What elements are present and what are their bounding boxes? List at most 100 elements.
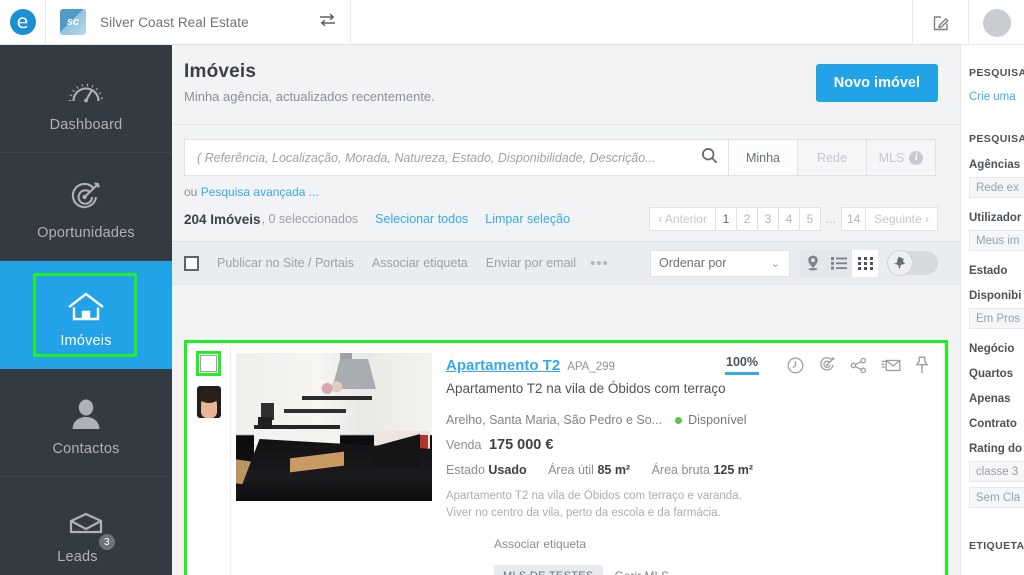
pagination-page-2[interactable]: 2: [735, 207, 758, 231]
property-card[interactable]: Apartamento T2 APA_299 Apartamento T2 na…: [184, 340, 948, 575]
property-action-icons: 100%: [725, 355, 929, 375]
agency-switcher[interactable]: sc Silver Coast Real Estate: [46, 0, 351, 45]
property-associate-tag-link[interactable]: Associar etiqueta: [494, 537, 945, 551]
target-icon[interactable]: [818, 356, 836, 374]
gauge-icon: [64, 64, 108, 108]
clock-icon[interactable]: [787, 357, 804, 374]
filter-label-agencias: Agências: [969, 159, 1021, 171]
sidebar-item-oportunidades[interactable]: Oportunidades: [0, 153, 172, 261]
deal-type-label: Venda: [446, 438, 482, 452]
info-icon[interactable]: i: [909, 150, 924, 165]
tab-minha[interactable]: Minha: [729, 139, 798, 176]
select-all-checkbox[interactable]: [184, 255, 199, 271]
filter-value-agencias[interactable]: Rede ex: [969, 177, 1024, 198]
tab-rede[interactable]: Rede: [798, 139, 867, 176]
sidebar-item-label: Contactos: [52, 441, 120, 457]
create-saved-search-link[interactable]: Crie uma: [969, 91, 1024, 103]
property-select-checkbox[interactable]: [196, 351, 221, 376]
send-email-icon[interactable]: [881, 358, 901, 373]
top-bar: e sc Silver Coast Real Estate: [0, 0, 1024, 45]
filters-panel: PESQUISA Crie uma PESQUISA Agências Rede…: [960, 45, 1024, 575]
pagination-page-4[interactable]: 4: [777, 207, 800, 231]
filter-label-contrato: Contrato: [969, 418, 1017, 430]
search-input[interactable]: [197, 150, 701, 165]
property-price-row: Venda 175 000 €: [446, 437, 945, 453]
user-avatar[interactable]: [968, 0, 1024, 45]
filter-value-utilizador[interactable]: Meus im: [969, 230, 1024, 251]
pagination-page-5[interactable]: 5: [798, 207, 821, 231]
property-description-line-1: Apartamento T2 na vila de Óbidos com ter…: [446, 490, 742, 502]
sidebar-item-leads[interactable]: Leads 3: [0, 477, 172, 575]
pagination-next[interactable]: Seguinte ›: [865, 207, 938, 231]
associate-tag-action[interactable]: Associar etiqueta: [372, 256, 468, 270]
filter-value-rating-2[interactable]: Sem Cla: [969, 487, 1024, 508]
sidebar-item-dashboard[interactable]: Dashboard: [0, 45, 172, 153]
compose-note-icon[interactable]: [912, 0, 968, 45]
avatar: [982, 8, 1011, 37]
completion-indicator: 100%: [725, 355, 759, 375]
grid-view-icon[interactable]: [852, 249, 878, 277]
sort-select-value: Ordenar por: [659, 256, 727, 270]
completion-percent: 100%: [726, 355, 758, 369]
more-actions-button[interactable]: •••: [590, 255, 609, 272]
sidebar-item-label: Leads: [57, 549, 98, 565]
swap-arrows-icon[interactable]: [319, 13, 336, 31]
list-view-icon[interactable]: [826, 249, 852, 277]
property-title[interactable]: Apartamento T2: [446, 357, 560, 374]
sort-select[interactable]: Ordenar por ⌄: [650, 249, 790, 277]
total-count: 204 Imóveis: [184, 211, 261, 227]
property-description: Apartamento T2 na vila de Óbidos com ter…: [446, 488, 945, 521]
top-bar-right: [912, 0, 1024, 45]
state-value: Usado: [488, 463, 527, 477]
tab-mls[interactable]: MLS i: [867, 139, 936, 176]
photo-detail: [302, 396, 372, 400]
saved-search-heading: PESQUISA: [969, 67, 1024, 79]
filter-value-disponibilidade[interactable]: Em Pros: [969, 308, 1024, 329]
pagination-page-1[interactable]: 1: [714, 207, 737, 231]
pagination-previous[interactable]: ‹ Anterior: [649, 207, 716, 231]
property-mls-row: MLS DE TESTES Gerir MLS: [494, 565, 945, 575]
search-box[interactable]: [184, 139, 729, 176]
app-root: e sc Silver Coast Real Estate Dashboard …: [0, 0, 1024, 575]
photo-detail: [258, 417, 272, 429]
search-icon[interactable]: [701, 147, 718, 169]
publish-action[interactable]: Publicar no Site / Portais: [217, 256, 354, 270]
useful-area-label: Área útil: [548, 463, 594, 477]
property-description-line-2: Viver no centro da vila, perto da escola…: [446, 506, 721, 519]
mls-chip[interactable]: MLS DE TESTES: [494, 565, 603, 575]
search-wrap: Minha Rede MLS i: [184, 139, 936, 176]
action-toolbar: Publicar no Site / Portais Associar etiq…: [172, 241, 960, 285]
search-row: Minha Rede MLS i ou Pesquisa avançada ..…: [172, 125, 960, 199]
property-photo[interactable]: [236, 353, 432, 501]
state-label: Estado: [446, 463, 485, 477]
status-badge: Disponível: [688, 413, 747, 427]
scope-tabs: Minha Rede MLS i: [729, 139, 936, 176]
pin-icon[interactable]: [915, 356, 929, 374]
pin-toggle[interactable]: [888, 251, 938, 275]
pagination-page-last[interactable]: 14: [840, 207, 867, 231]
select-all-link[interactable]: Selecionar todos: [375, 212, 468, 226]
brand-logo[interactable]: e: [0, 0, 46, 45]
property-location-row: Arelho, Santa Maria, São Pedro e So... D…: [446, 413, 945, 427]
sidebar-item-imoveis[interactable]: Imóveis: [0, 261, 172, 369]
leads-badge: 3: [98, 534, 115, 550]
map-view-icon[interactable]: [800, 249, 826, 277]
send-email-action[interactable]: Enviar por email: [486, 256, 576, 270]
tab-mls-label: MLS: [878, 150, 905, 165]
filter-label-apenas: Apenas: [969, 393, 1011, 405]
agent-avatar[interactable]: [196, 386, 221, 418]
pagination-page-3[interactable]: 3: [756, 207, 779, 231]
filter-label-utilizador: Utilizador: [969, 212, 1022, 224]
clear-selection-link[interactable]: Limpar seleção: [485, 212, 570, 226]
filter-value-rating[interactable]: classe 3: [969, 461, 1024, 482]
share-icon[interactable]: [850, 357, 867, 374]
new-property-button[interactable]: Novo imóvel: [815, 64, 938, 102]
filter-label-estado: Estado: [969, 265, 1008, 277]
chevron-down-icon: ⌄: [770, 257, 780, 270]
sidebar-item-label: Dashboard: [49, 117, 123, 133]
sidebar-item-contactos[interactable]: Contactos: [0, 369, 172, 477]
sidebar: Dashboard Oportunidades Imóveis Contacto…: [0, 45, 172, 575]
filter-label-negocio: Negócio: [969, 343, 1015, 355]
photo-detail: [320, 380, 344, 397]
photo-detail: [284, 409, 346, 413]
